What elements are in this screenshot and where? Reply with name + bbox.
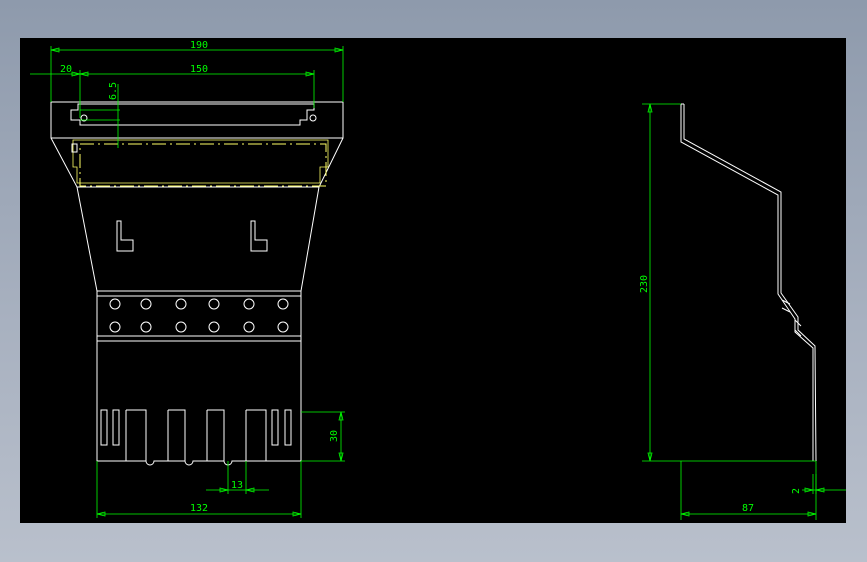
left-l-slot — [116, 220, 134, 252]
slot — [206, 409, 225, 461]
slot — [112, 409, 120, 446]
dim-edge-offset: 20 — [60, 64, 72, 75]
hole-pattern — [109, 298, 289, 333]
front-view: 190 20 150 6.5 30 13 132 — [30, 40, 345, 518]
mounting-hole — [175, 298, 187, 310]
dim-tab-height: 30 — [329, 430, 340, 442]
upper-taper-outline — [50, 137, 344, 188]
mounting-hole — [140, 321, 152, 333]
slot — [100, 409, 108, 446]
slot — [125, 409, 147, 461]
mid-taper-outline — [76, 186, 320, 292]
mounting-hole — [175, 321, 187, 333]
mounting-hole — [243, 298, 255, 310]
slot — [284, 409, 292, 446]
top-slot-outline — [70, 103, 315, 126]
mounting-hole — [208, 298, 220, 310]
side-view: 230 87 2 — [639, 103, 846, 520]
dim-height: 230 — [639, 275, 650, 293]
mounting-hole — [140, 298, 152, 310]
side-profile-outer — [683, 104, 817, 462]
slot — [167, 409, 186, 461]
dim-thickness: 2 — [791, 488, 802, 494]
dim-inner-width: 150 — [190, 64, 208, 75]
side-profile-inner — [680, 104, 814, 461]
dim-depth: 87 — [742, 503, 754, 514]
mounting-hole — [277, 321, 289, 333]
dim-tab-width: 13 — [231, 480, 243, 491]
inner-frame — [72, 139, 329, 184]
mounting-hole — [243, 321, 255, 333]
mounting-hole — [208, 321, 220, 333]
bottom-skirt-outline — [96, 341, 302, 466]
mounting-hole — [277, 298, 289, 310]
centerline-box — [79, 143, 327, 187]
hole-band — [96, 290, 302, 342]
dim-bottom-width: 132 — [190, 503, 208, 514]
cad-drawing: 190 20 150 6.5 30 13 132 230 87 2 — [30, 40, 846, 520]
slot — [271, 409, 279, 446]
cad-viewer: 190 20 150 6.5 30 13 132 230 87 2 — [0, 0, 867, 562]
right-pin-hole — [309, 114, 317, 122]
drawing-canvas[interactable]: 190 20 150 6.5 30 13 132 230 87 2 — [20, 38, 846, 523]
front-dimensions: 190 20 150 6.5 30 13 132 — [30, 40, 345, 518]
mounting-hole — [109, 321, 121, 333]
dim-overall-width: 190 — [190, 40, 208, 51]
side-dimensions: 230 87 2 — [639, 103, 846, 520]
tab-slots — [100, 409, 292, 461]
right-l-slot — [250, 220, 268, 252]
slot — [245, 409, 267, 461]
mounting-hole — [109, 298, 121, 310]
dim-slot-depth: 6.5 — [108, 82, 119, 100]
